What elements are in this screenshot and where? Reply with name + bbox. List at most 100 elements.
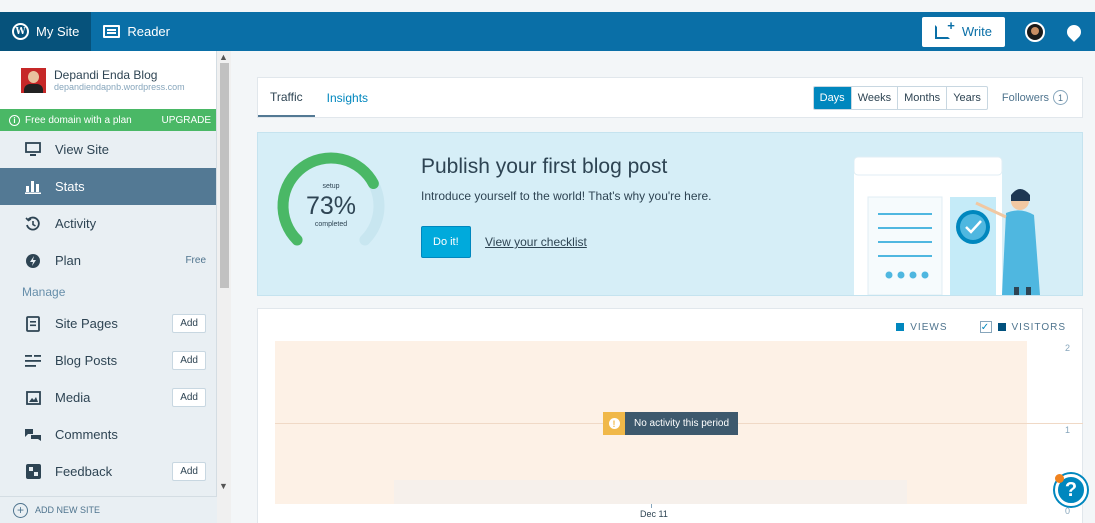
- add-page-button[interactable]: Add: [172, 314, 206, 333]
- masterbar: W My Site Reader Write: [0, 12, 1095, 51]
- sidebar-item-label: Stats: [55, 179, 85, 194]
- manage-section-label: Manage: [22, 285, 66, 299]
- checklist-illustration: [854, 156, 1040, 295]
- warning-icon: !: [603, 412, 625, 435]
- tab-traffic[interactable]: Traffic: [258, 78, 315, 117]
- feedback-icon: [25, 464, 41, 480]
- plan-icon: [25, 253, 41, 269]
- write-button[interactable]: Write: [921, 16, 1005, 47]
- notifications-icon[interactable]: [1064, 21, 1084, 42]
- gauge-setup-label: setup: [322, 183, 340, 190]
- stats-icon: [25, 179, 41, 195]
- no-activity-notice: ! No activity this period: [603, 412, 739, 435]
- legend-views-label: VIEWS: [910, 321, 948, 333]
- period-weeks[interactable]: Weeks: [852, 86, 899, 109]
- scroll-down-icon[interactable]: ▼: [219, 481, 228, 491]
- wordpress-logo-icon: W: [12, 23, 29, 40]
- domain-banner-text: Free domain with a plan: [25, 114, 132, 126]
- add-new-site-label: ADD NEW SITE: [35, 505, 101, 515]
- stats-tabbar: Traffic Insights Days Weeks Months Years…: [257, 77, 1083, 118]
- add-media-button[interactable]: Add: [172, 388, 206, 407]
- monitor-icon: [25, 142, 41, 158]
- legend-visitors-label: VISITORS: [1011, 321, 1066, 333]
- sidebar-item-plan[interactable]: Plan Free: [0, 242, 216, 279]
- help-notification-dot: [1055, 474, 1064, 483]
- comments-icon: [25, 427, 41, 443]
- posts-icon: [25, 353, 41, 369]
- visitors-swatch: [997, 323, 1006, 331]
- y-tick-label: 2: [1064, 343, 1070, 353]
- gauge-percent: 73%: [305, 192, 357, 220]
- checklist-banner: setup 73% completed Publish your first b…: [257, 132, 1083, 296]
- add-feedback-button[interactable]: Add: [172, 462, 206, 481]
- sidebar-item-site-pages[interactable]: Site Pages Add: [0, 305, 216, 342]
- sidebar-item-view-site[interactable]: View Site: [0, 131, 216, 168]
- period-years[interactable]: Years: [947, 87, 987, 109]
- legend-views[interactable]: VIEWS: [896, 321, 947, 333]
- y-tick-label: 0: [1064, 506, 1070, 516]
- free-domain-banner[interactable]: i Free domain with a plan UPGRADE: [0, 109, 216, 131]
- visitors-checkbox[interactable]: ✓: [979, 321, 992, 333]
- site-url: depandiendapnb.wordpress.com: [54, 82, 185, 92]
- site-card[interactable]: Depandi Enda Blog depandiendapnb.wordpre…: [0, 51, 216, 109]
- no-activity-text: No activity this period: [625, 412, 739, 435]
- period-months[interactable]: Months: [898, 86, 948, 109]
- sidebar-item-feedback[interactable]: Feedback Add: [0, 453, 216, 490]
- stats-chart: VIEWS ✓ VISITORS 2 1 0 ! No activity thi…: [257, 308, 1083, 523]
- x-tick-label: Dec 11: [640, 509, 668, 519]
- period-days[interactable]: Days: [813, 86, 852, 109]
- followers-count: 1: [1053, 90, 1068, 105]
- sidebar-item-label: Media: [55, 390, 91, 405]
- sidebar-item-activity[interactable]: Activity: [0, 205, 216, 242]
- followers-link[interactable]: Followers 1: [988, 90, 1082, 105]
- reader-button[interactable]: Reader: [91, 12, 182, 51]
- user-avatar[interactable]: [1025, 21, 1045, 42]
- followers-label: Followers: [1001, 91, 1049, 104]
- sidebar-item-label: View Site: [55, 142, 109, 157]
- write-label: Write: [961, 24, 992, 39]
- sidebar-item-blog-posts[interactable]: Blog Posts Add: [0, 342, 216, 379]
- pages-icon: [25, 315, 41, 332]
- my-site-button[interactable]: W My Site: [0, 12, 92, 51]
- stats-main: Traffic Insights Days Weeks Months Years…: [257, 77, 1083, 523]
- plus-circle-icon: +: [13, 502, 28, 518]
- sidebar-scrollbar[interactable]: ▲ ▼: [217, 51, 231, 523]
- site-avatar: [21, 67, 46, 93]
- sidebar-item-label: Plan: [55, 253, 82, 268]
- plan-badge: Free: [185, 255, 206, 266]
- write-icon: [934, 18, 955, 39]
- scroll-up-icon[interactable]: ▲: [219, 52, 228, 62]
- reader-label: Reader: [127, 24, 170, 39]
- upgrade-link[interactable]: UPGRADE: [162, 115, 211, 126]
- activity-icon: [25, 216, 41, 232]
- period-segmented-control: Days Weeks Months Years: [812, 85, 988, 110]
- checklist-subtitle: Introduce yourself to the world! That's …: [421, 189, 712, 203]
- sidebar-item-stats[interactable]: Stats: [0, 168, 216, 205]
- view-checklist-link[interactable]: View your checklist: [485, 235, 587, 249]
- y-tick-label: 1: [1064, 424, 1070, 435]
- add-post-button[interactable]: Add: [172, 351, 206, 370]
- sidebar-item-media[interactable]: Media Add: [0, 379, 216, 416]
- scrollbar-thumb[interactable]: [220, 63, 229, 288]
- site-name: Depandi Enda Blog: [54, 68, 158, 82]
- my-site-label: My Site: [36, 24, 80, 39]
- reader-icon: [103, 25, 121, 38]
- sidebar-item-label: Comments: [55, 427, 118, 442]
- info-icon: i: [9, 114, 20, 126]
- sidebar: Depandi Enda Blog depandiendapnb.wordpre…: [0, 51, 217, 523]
- tab-insights[interactable]: Insights: [315, 78, 380, 117]
- sidebar-item-label: Feedback: [55, 464, 113, 479]
- add-new-site-button[interactable]: + ADD NEW SITE: [0, 496, 217, 523]
- period-selector: Days Weeks Months Years Followers 1: [812, 78, 1082, 117]
- legend-visitors[interactable]: ✓ VISITORS: [979, 321, 1067, 333]
- sidebar-item-label: Site Pages: [55, 316, 118, 331]
- gauge-completed-label: completed: [314, 221, 348, 228]
- chart-legend: VIEWS ✓ VISITORS: [896, 321, 1066, 333]
- media-icon: [25, 390, 41, 406]
- sidebar-item-label: Blog Posts: [55, 353, 118, 368]
- checklist-title: Publish your first blog post: [421, 155, 668, 178]
- sidebar-item-comments[interactable]: Comments: [0, 416, 216, 453]
- x-tick-mark: [651, 504, 652, 508]
- do-it-button[interactable]: Do it!: [421, 226, 471, 258]
- views-swatch: [896, 323, 905, 331]
